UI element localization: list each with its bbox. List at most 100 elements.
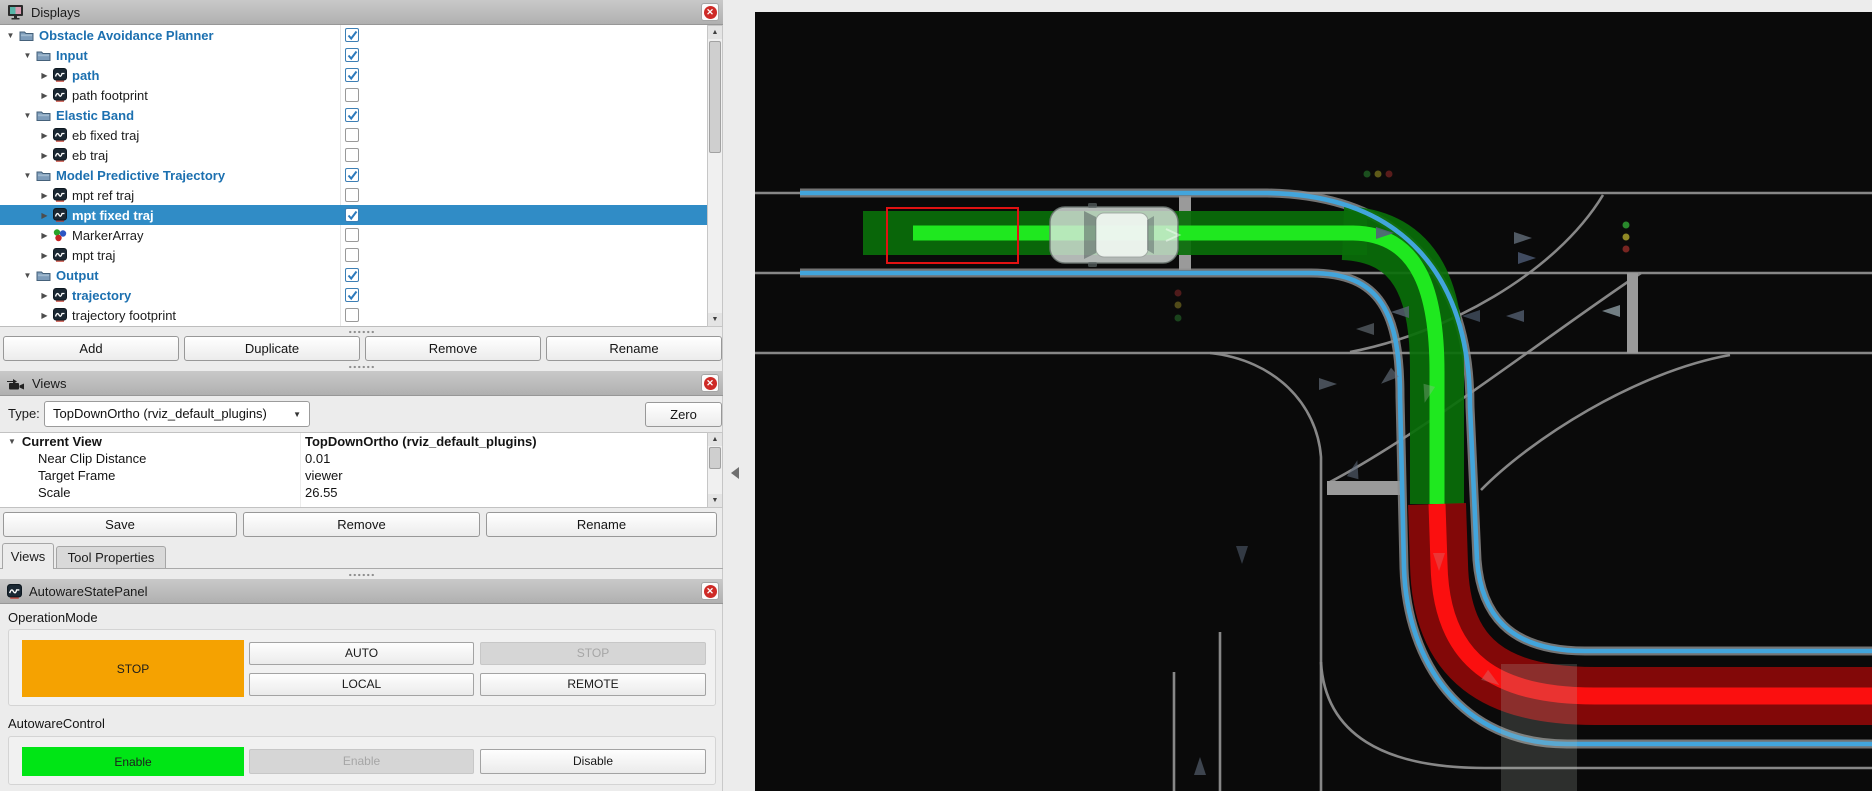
display-enabled-checkbox[interactable] — [345, 108, 359, 122]
display-tree-item[interactable]: ▼ Input — [0, 45, 723, 65]
display-item-label: Input — [56, 48, 88, 63]
splitter-handle[interactable] — [348, 330, 376, 334]
display-enabled-checkbox[interactable] — [345, 188, 359, 202]
splitter-handle[interactable] — [348, 365, 376, 369]
display-tree-item[interactable]: ▼Output — [0, 265, 723, 285]
display-tree-item[interactable]: ▼Obstacle Avoidance Planner — [0, 25, 723, 45]
close-button[interactable]: ✕ — [701, 3, 719, 21]
display-tree-item[interactable]: ▶ mpt fixed traj — [0, 205, 723, 225]
display-tree-item[interactable]: ▶mpt traj — [0, 245, 723, 265]
display-enabled-checkbox[interactable] — [345, 48, 359, 62]
display-tree-item[interactable]: ▼ Model Predictive Trajectory — [0, 165, 723, 185]
current-view-properties[interactable]: ▼Current ViewTopDownOrtho (rviz_default_… — [0, 432, 723, 508]
close-button[interactable]: ✕ — [701, 582, 719, 600]
collapse-arrow-icon[interactable]: ▼ — [21, 271, 34, 280]
property-row[interactable]: ▼Current ViewTopDownOrtho (rviz_default_… — [0, 433, 723, 450]
tab-tool-properties[interactable]: Tool Properties — [56, 546, 166, 569]
display-item-label: eb fixed traj — [72, 128, 139, 143]
splitter-handle[interactable] — [348, 573, 376, 577]
scroll-up-icon[interactable]: ▲ — [708, 26, 722, 39]
display-tree-item[interactable]: ▶path footprint — [0, 85, 723, 105]
expand-arrow-icon[interactable]: ▶ — [38, 211, 51, 220]
display-tree-item[interactable]: ▶eb traj — [0, 145, 723, 165]
expand-arrow-icon[interactable]: ▶ — [38, 311, 51, 320]
display-enabled-checkbox[interactable] — [345, 208, 359, 222]
displays-scrollbar[interactable]: ▲ ▼ — [707, 25, 723, 327]
close-icon: ✕ — [704, 377, 717, 390]
check-icon — [347, 30, 358, 41]
collapse-arrow-icon[interactable]: ▼ — [4, 31, 17, 40]
check-icon — [347, 270, 358, 281]
expand-arrow-icon[interactable]: ▶ — [38, 191, 51, 200]
display-tree-item[interactable]: ▼Elastic Band — [0, 105, 723, 125]
autoware-icon — [53, 148, 67, 162]
property-row[interactable]: Target Frameviewer — [0, 467, 723, 484]
display-tree-item[interactable]: ▶trajectory — [0, 285, 723, 305]
operation-mode-group: STOP AUTOSTOPLOCALREMOTE — [8, 629, 716, 706]
scroll-up-icon[interactable]: ▲ — [708, 433, 722, 446]
display-tree-item[interactable]: ▶path — [0, 65, 723, 85]
display-enabled-checkbox[interactable] — [345, 128, 359, 142]
scroll-down-icon[interactable]: ▼ — [708, 313, 722, 326]
views-rename-button[interactable]: Rename — [486, 512, 717, 537]
collapse-arrow-icon[interactable]: ▼ — [21, 111, 34, 120]
display-enabled-checkbox[interactable] — [345, 148, 359, 162]
3d-viewport[interactable] — [755, 12, 1872, 791]
auto-button[interactable]: AUTO — [249, 642, 474, 665]
display-enabled-checkbox[interactable] — [345, 248, 359, 262]
expand-arrow-icon[interactable]: ▶ — [38, 71, 51, 80]
disable-button[interactable]: Disable — [480, 749, 706, 774]
display-enabled-checkbox[interactable] — [345, 228, 359, 242]
autoware-icon — [53, 248, 67, 262]
expand-arrow-icon[interactable]: ▶ — [38, 91, 51, 100]
expand-arrow-icon[interactable]: ▶ — [38, 231, 51, 240]
close-button[interactable]: ✕ — [701, 374, 719, 392]
display-enabled-checkbox[interactable] — [345, 308, 359, 322]
displays-remove-button[interactable]: Remove — [365, 336, 541, 361]
display-enabled-checkbox[interactable] — [345, 68, 359, 82]
local-button[interactable]: LOCAL — [249, 673, 474, 696]
display-item-label: Model Predictive Trajectory — [56, 168, 225, 183]
property-row[interactable]: Near Clip Distance0.01 — [0, 450, 723, 467]
collapse-arrow-icon[interactable]: ▼ — [21, 171, 34, 180]
display-item-label: mpt fixed traj — [72, 208, 154, 223]
tab-views[interactable]: Views — [2, 543, 54, 569]
views-panel-header[interactable]: Views ✕ — [0, 371, 723, 396]
collapse-arrow-icon[interactable]: ▼ — [8, 437, 16, 446]
scrollbar-thumb[interactable] — [709, 41, 721, 153]
remote-button[interactable]: REMOTE — [480, 673, 706, 696]
views-scrollbar[interactable]: ▲ ▼ — [707, 432, 723, 508]
display-enabled-checkbox[interactable] — [345, 28, 359, 42]
displays-duplicate-button[interactable]: Duplicate — [184, 336, 360, 361]
property-row[interactable]: Scale26.55 — [0, 484, 723, 501]
close-icon: ✕ — [704, 585, 717, 598]
collapse-arrow-icon[interactable]: ▼ — [21, 51, 34, 60]
views-remove-button[interactable]: Remove — [243, 512, 480, 537]
scrollbar-thumb[interactable] — [709, 447, 721, 469]
display-tree-item[interactable]: ▶mpt ref traj — [0, 185, 723, 205]
displays-panel-header[interactable]: Displays ✕ — [0, 0, 723, 25]
displays-tree[interactable]: ▼Obstacle Avoidance Planner▼Input▶path▶p… — [0, 25, 723, 327]
expand-arrow-icon[interactable]: ▶ — [38, 251, 51, 260]
expand-arrow-icon[interactable]: ▶ — [38, 151, 51, 160]
view-type-select[interactable]: TopDownOrtho (rviz_default_plugins) ▼ — [44, 401, 310, 427]
splitter-collapse-icon[interactable] — [731, 467, 739, 479]
display-enabled-checkbox[interactable] — [345, 288, 359, 302]
display-enabled-checkbox[interactable] — [345, 268, 359, 282]
displays-rename-button[interactable]: Rename — [546, 336, 722, 361]
autoware-panel-header[interactable]: AutowareStatePanel ✕ — [0, 579, 723, 604]
building-polygon — [1501, 664, 1577, 791]
display-enabled-checkbox[interactable] — [345, 168, 359, 182]
display-tree-item[interactable]: ▶MarkerArray — [0, 225, 723, 245]
display-tree-item[interactable]: ▶ eb fixed traj — [0, 125, 723, 145]
zero-button[interactable]: Zero — [645, 402, 722, 427]
views-save-button[interactable]: Save — [3, 512, 237, 537]
autoware-control-group: Enable EnableDisable — [8, 736, 716, 785]
display-tree-item[interactable]: ▶trajectory footprint — [0, 305, 723, 325]
scroll-down-icon[interactable]: ▼ — [708, 494, 722, 507]
expand-arrow-icon[interactable]: ▶ — [38, 291, 51, 300]
displays-add-button[interactable]: Add — [3, 336, 179, 361]
side-mirror — [1088, 203, 1097, 208]
expand-arrow-icon[interactable]: ▶ — [38, 131, 51, 140]
display-enabled-checkbox[interactable] — [345, 88, 359, 102]
